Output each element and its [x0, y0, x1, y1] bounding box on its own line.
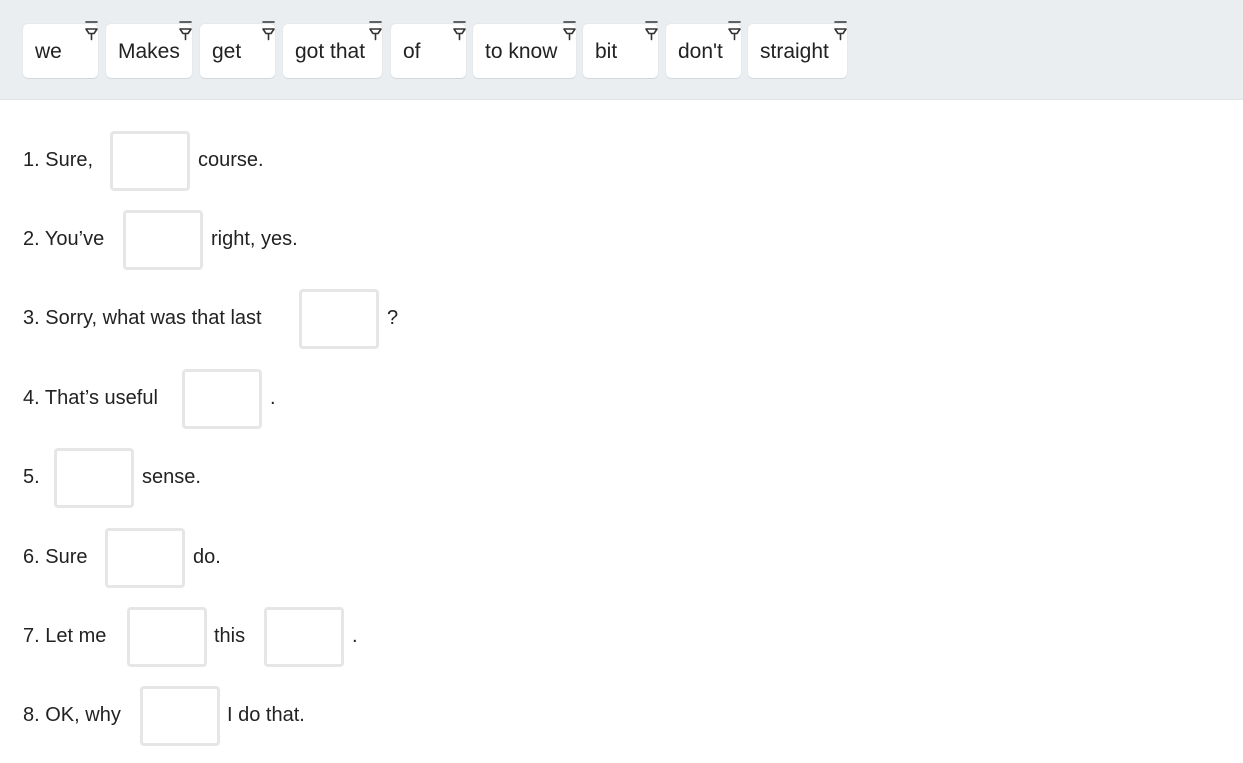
drag-handle-icon [645, 21, 658, 41]
answer-drop-zone[interactable] [140, 686, 220, 746]
word-chip-to-know[interactable]: to know [473, 21, 576, 78]
drag-handle-icon [369, 21, 382, 41]
word-bank: we Makes get got that of to know bit don… [0, 0, 1243, 100]
question-text: 6. Sure [23, 546, 88, 568]
word-chip-label: to know [485, 40, 558, 63]
word-chip-label: got that [295, 40, 366, 63]
question-text: 5. [23, 466, 40, 488]
word-chip-label: get [212, 40, 242, 63]
word-chip-straight[interactable]: straight [748, 21, 847, 78]
drag-handle-icon [453, 21, 466, 41]
answer-drop-zone[interactable] [105, 528, 185, 588]
word-chip-get[interactable]: get [200, 21, 275, 78]
answer-drop-zone[interactable] [127, 607, 207, 667]
question-text: do. [193, 546, 221, 568]
word-chip-label: don't [678, 40, 723, 63]
question-text: right, yes. [211, 228, 298, 250]
word-chip-label: we [35, 40, 62, 63]
question-text: 2. You’ve [23, 228, 105, 250]
answer-drop-zone[interactable] [123, 210, 203, 270]
drag-handle-icon [85, 21, 98, 41]
drag-handle-icon [728, 21, 741, 41]
question-text: 4. That’s useful [23, 387, 158, 409]
answer-drop-zone[interactable] [182, 369, 262, 429]
answer-drop-zone[interactable] [299, 289, 379, 349]
answer-drop-zone[interactable] [110, 131, 190, 191]
question-text: . [352, 625, 358, 647]
question-text: this [214, 625, 246, 647]
word-chip-label: bit [595, 40, 618, 63]
drag-handle-icon [834, 21, 847, 41]
question-text: 7. Let me [23, 625, 107, 647]
question-text: 1. Sure, [23, 149, 94, 171]
word-chip-dont[interactable]: don't [666, 21, 741, 78]
word-chip-label: Makes [118, 40, 180, 63]
question-text: 8. OK, why [23, 704, 121, 726]
word-chip-label: of [403, 40, 421, 63]
word-chip-makes[interactable]: Makes [106, 21, 192, 78]
question-text: I do that. [227, 704, 305, 726]
question-text: ? [387, 307, 399, 329]
word-chip-bit[interactable]: bit [583, 21, 658, 78]
question-text: sense. [142, 466, 201, 488]
word-chip-of[interactable]: of [391, 21, 466, 78]
word-chip-label: straight [760, 40, 829, 63]
drag-handle-icon [262, 21, 275, 41]
drag-handle-icon [179, 21, 192, 41]
question-text: course. [198, 149, 264, 171]
question-text: . [270, 387, 276, 409]
drag-handle-icon [563, 21, 576, 41]
word-chip-we[interactable]: we [23, 21, 98, 78]
question-text: 3. Sorry, what was that last [23, 307, 262, 329]
answer-drop-zone[interactable] [264, 607, 344, 667]
answer-drop-zone[interactable] [54, 448, 134, 508]
word-chip-got-that[interactable]: got that [283, 21, 382, 78]
